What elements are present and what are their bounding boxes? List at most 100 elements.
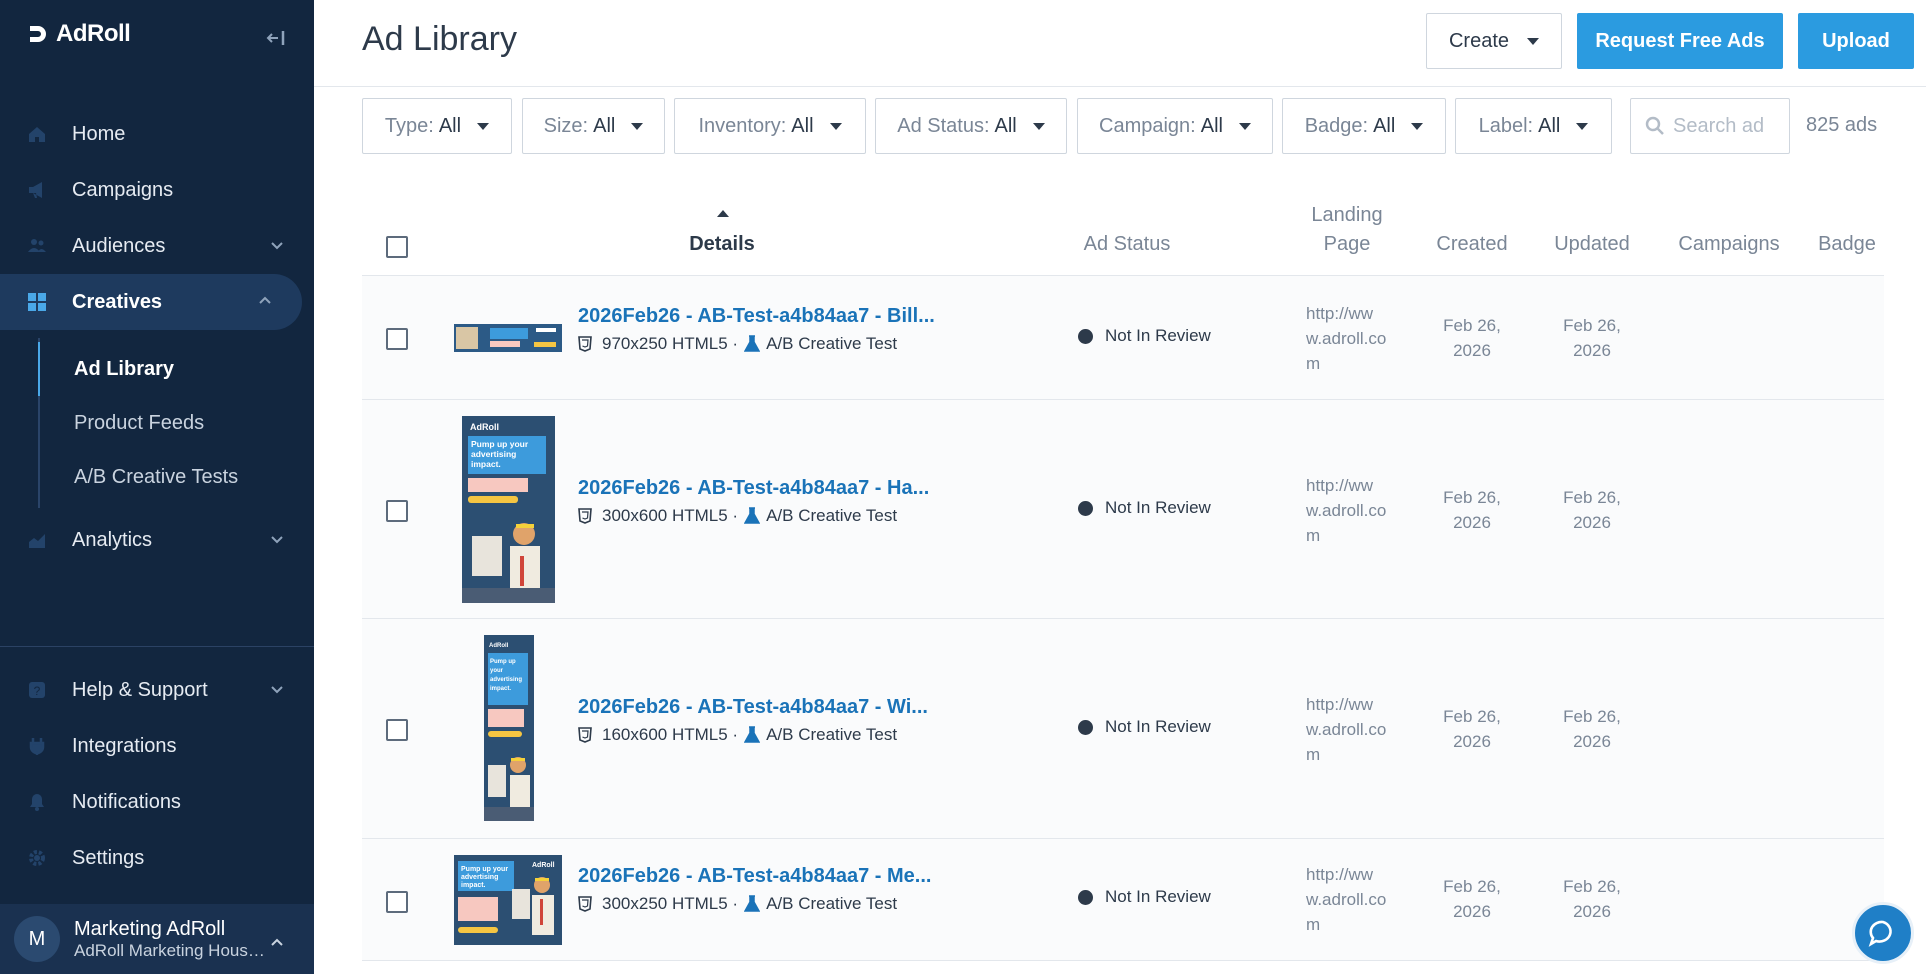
nav-item-home[interactable]: Home — [0, 106, 314, 162]
filter-type[interactable]: Type: All — [362, 98, 512, 154]
column-campaigns[interactable]: Campaigns — [1664, 230, 1794, 259]
nav-item-campaigns[interactable]: Campaigns — [0, 162, 314, 218]
created-date-line1: Feb 26, — [1443, 316, 1501, 335]
ad-thumbnail[interactable]: AdRoll Pump up your advertising impact. — [484, 635, 534, 821]
svg-text:impact.: impact. — [461, 882, 486, 889]
table-row[interactable]: AdRoll Pump up your advertising impact. … — [362, 400, 1884, 619]
table-header: Details Ad Status Landing Page Created U… — [362, 196, 1884, 276]
svg-text:advertising: advertising — [471, 449, 516, 459]
nav-item-notifications[interactable]: Notifications — [0, 774, 314, 830]
nav-item-settings[interactable]: Settings — [0, 830, 314, 886]
updated-date: Feb 26, 2026 — [1547, 704, 1637, 754]
landing-page-url[interactable]: http://www.adroll.com — [1306, 473, 1388, 548]
sidebar-item-product-feeds[interactable]: Product Feeds — [40, 396, 314, 450]
row-checkbox[interactable] — [386, 328, 408, 350]
svg-text:Pump up your: Pump up your — [471, 439, 529, 449]
main-nav: Home Campaigns Audiences Creatives Ad Li… — [0, 106, 314, 568]
caret-down-icon — [1527, 37, 1540, 45]
caret-down-icon — [477, 122, 490, 130]
adroll-logo[interactable]: AdRoll — [26, 20, 131, 48]
filter-size[interactable]: Size: All — [522, 98, 665, 154]
nav-item-analytics[interactable]: Analytics — [0, 512, 314, 568]
caret-down-icon — [1576, 122, 1589, 130]
sidebar-item-ad-library[interactable]: Ad Library — [40, 342, 314, 396]
column-ad-status[interactable]: Ad Status — [1062, 230, 1192, 259]
table-row[interactable]: Pump up your advertising impact. AdRoll … — [362, 839, 1884, 961]
column-updated[interactable]: Updated — [1547, 230, 1637, 259]
upload-button[interactable]: Upload — [1798, 13, 1914, 69]
account-switcher[interactable]: M Marketing AdRoll AdRoll Marketing Hous… — [0, 904, 314, 974]
ad-title-link[interactable]: 2026Feb26 - AB-Test-a4b84aa7 - Wi... — [578, 696, 928, 719]
html5-icon — [578, 727, 592, 743]
nav-label-creatives: Creatives — [72, 290, 163, 313]
sort-ascending-icon[interactable] — [717, 210, 729, 217]
column-landing-page-line2[interactable]: Page — [1302, 230, 1392, 259]
status-dot-icon — [1078, 500, 1093, 516]
column-details[interactable]: Details — [652, 230, 792, 259]
landing-page-url[interactable]: http://www.adroll.com — [1306, 301, 1388, 376]
ad-thumbnail[interactable] — [454, 324, 562, 352]
row-checkbox[interactable] — [386, 891, 408, 913]
nav-item-audiences[interactable]: Audiences — [0, 218, 314, 274]
nav-item-integrations[interactable]: Integrations — [0, 718, 314, 774]
ad-meta: 160x600 HTML5 · A/B Creative Test — [578, 725, 897, 745]
created-date-line1: Feb 26, — [1443, 877, 1501, 896]
filter-campaign[interactable]: Campaign: All — [1077, 98, 1273, 154]
created-date-line1: Feb 26, — [1443, 488, 1501, 507]
caret-down-icon — [631, 122, 644, 130]
table-row[interactable]: 2026Feb26 - AB-Test-a4b84aa7 - Bill... 9… — [362, 276, 1884, 400]
created-date-line2: 2026 — [1453, 513, 1491, 532]
filter-inventory[interactable]: Inventory: All — [674, 98, 866, 154]
medium-rectangle-preview-image: Pump up your advertising impact. AdRoll — [454, 855, 562, 945]
select-all-checkbox[interactable] — [386, 236, 408, 258]
row-checkbox[interactable] — [386, 719, 408, 741]
flask-icon — [744, 726, 761, 743]
sidebar-item-ab-creative-tests[interactable]: A/B Creative Tests — [40, 450, 314, 504]
ab-test-label: A/B Creative Test — [766, 725, 898, 744]
ad-thumbnail[interactable]: AdRoll Pump up your advertising impact. — [462, 416, 555, 603]
request-free-ads-button[interactable]: Request Free Ads — [1577, 13, 1783, 69]
create-button-label: Create — [1448, 29, 1510, 52]
ad-status: Not In Review — [1078, 717, 1211, 737]
create-button[interactable]: Create — [1426, 13, 1562, 69]
filter-inventory-value: All — [791, 114, 814, 137]
table-row[interactable]: AdRoll Pump up your advertising impact. … — [362, 619, 1884, 839]
caret-down-icon — [1238, 122, 1251, 130]
bottom-nav: ? Help & Support Integrations Notificati… — [0, 662, 314, 886]
ad-status: Not In Review — [1078, 498, 1211, 518]
search-box[interactable] — [1630, 98, 1790, 154]
column-landing-page-line1[interactable]: Landing — [1302, 201, 1392, 230]
status-dot-icon — [1078, 719, 1093, 735]
created-date: Feb 26, 2026 — [1427, 704, 1517, 754]
page-title: Ad Library — [362, 20, 517, 58]
thumb-brand: AdRoll — [470, 422, 499, 432]
ad-meta: 300x600 HTML5 · A/B Creative Test — [578, 506, 897, 526]
caret-down-icon — [1411, 122, 1424, 130]
landing-page-url[interactable]: http://www.adroll.com — [1306, 862, 1388, 937]
filter-ad-status-value: All — [994, 114, 1017, 137]
search-input[interactable] — [1673, 114, 1783, 138]
skyscraper-preview-image: AdRoll Pump up your advertising impact. — [484, 635, 534, 821]
column-created[interactable]: Created — [1427, 230, 1517, 259]
filter-ad-status[interactable]: Ad Status: All — [875, 98, 1067, 154]
svg-text:advertising: advertising — [490, 677, 522, 683]
ad-title-link[interactable]: 2026Feb26 - AB-Test-a4b84aa7 - Bill... — [578, 305, 935, 328]
html5-icon — [578, 336, 592, 352]
column-badge[interactable]: Badge — [1812, 230, 1882, 259]
landing-page-url[interactable]: http://www.adroll.com — [1306, 692, 1388, 767]
chat-bubble-icon — [1868, 920, 1892, 947]
filter-label[interactable]: Label: All — [1455, 98, 1612, 154]
updated-date-line2: 2026 — [1573, 513, 1611, 532]
svg-text:your: your — [490, 668, 504, 674]
collapse-sidebar-icon[interactable] — [264, 26, 288, 50]
filter-badge[interactable]: Badge: All — [1282, 98, 1446, 154]
ad-title-link[interactable]: 2026Feb26 - AB-Test-a4b84aa7 - Ha... — [578, 477, 929, 500]
filter-inventory-key: Inventory: — [698, 114, 787, 137]
row-checkbox[interactable] — [386, 500, 408, 522]
ad-status: Not In Review — [1078, 326, 1211, 346]
chat-support-button[interactable] — [1852, 902, 1914, 964]
ad-title-link[interactable]: 2026Feb26 - AB-Test-a4b84aa7 - Me... — [578, 865, 931, 888]
nav-item-creatives[interactable]: Creatives — [0, 274, 302, 330]
ad-thumbnail[interactable]: Pump up your advertising impact. AdRoll — [454, 855, 562, 945]
nav-item-help-support[interactable]: ? Help & Support — [0, 662, 314, 718]
